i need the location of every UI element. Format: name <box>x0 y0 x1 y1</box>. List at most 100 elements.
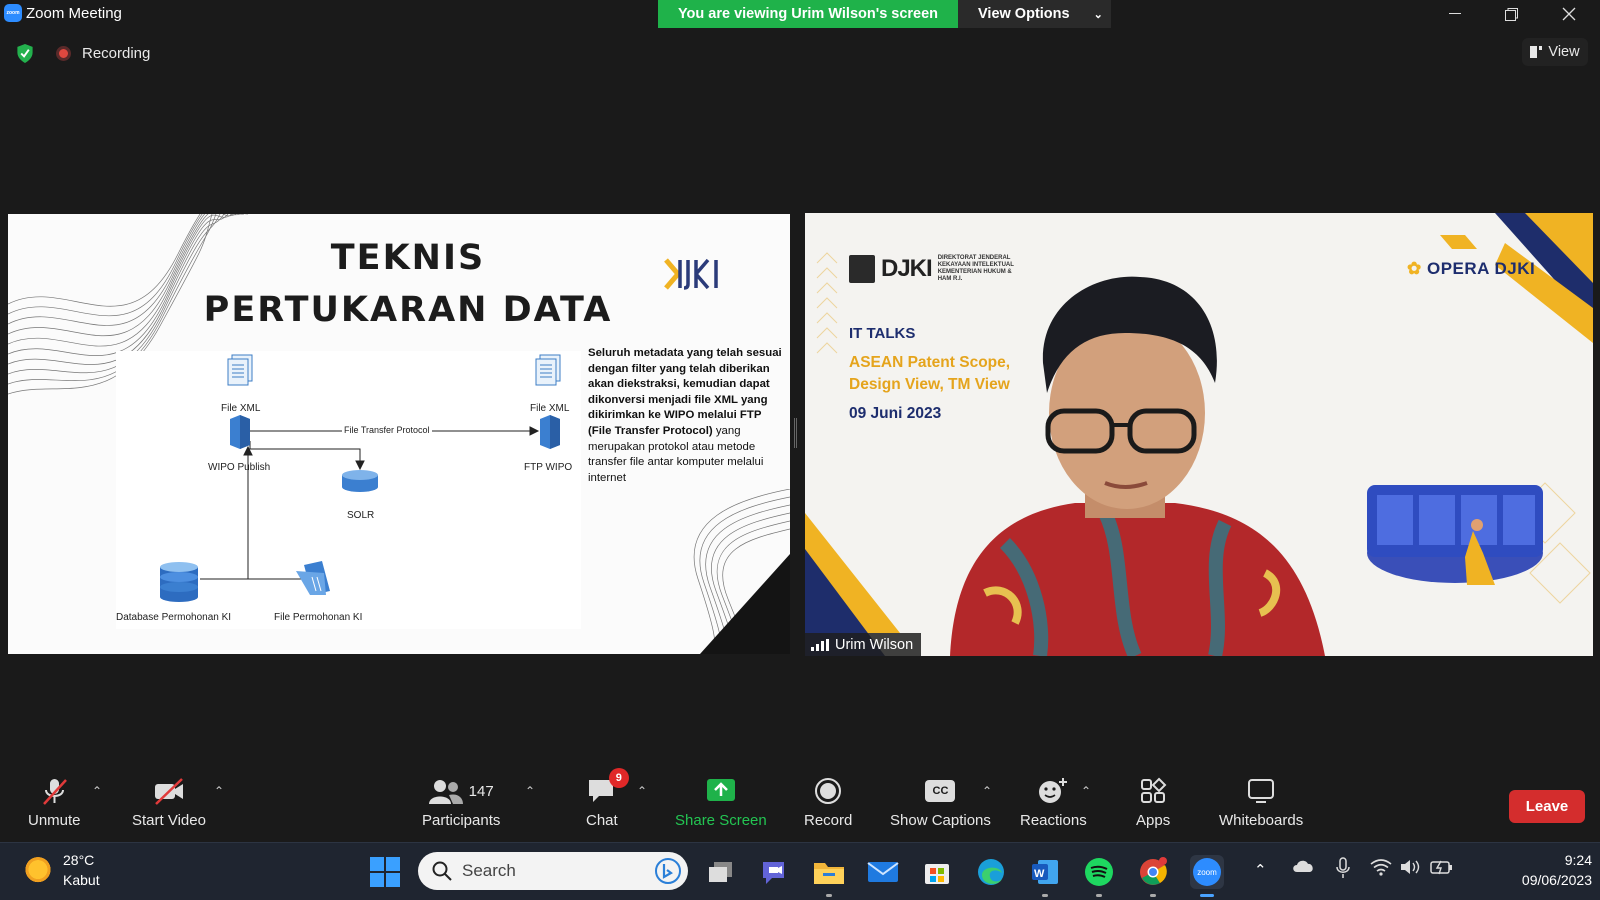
label-file-xml-right: File XML <box>530 403 569 414</box>
start-video-label: Start Video <box>132 812 206 829</box>
label-wipo-publish: WIPO Publish <box>208 462 270 473</box>
mail-icon[interactable] <box>866 855 900 889</box>
viewing-banner: You are viewing Urim Wilson's screen <box>658 0 958 28</box>
start-video-button[interactable]: Start Video <box>132 774 206 829</box>
chrome-icon[interactable] <box>1136 855 1170 889</box>
teams-chat-icon[interactable] <box>758 855 792 889</box>
label-file-permohonan: File Permohonan KI <box>274 612 362 623</box>
share-screen-label: Share Screen <box>675 812 767 829</box>
recording-icon <box>56 46 71 61</box>
participants-label: Participants <box>422 812 500 829</box>
task-view-icon[interactable] <box>704 855 738 889</box>
clock-date[interactable]: 09/06/2023 <box>1496 872 1592 888</box>
edge-browser-icon[interactable] <box>974 855 1008 889</box>
slide-description-bold: Seluruh metadata yang telah sesuai denga… <box>588 347 782 437</box>
event-date: 09 Juni 2023 <box>849 405 941 423</box>
windows-taskbar: 28°C Kabut Search W zoom ⌃ <box>0 842 1600 900</box>
video-options-caret-icon[interactable]: ⌃ <box>214 784 224 798</box>
battery-icon[interactable] <box>1430 858 1454 880</box>
djki-logo <box>664 256 724 292</box>
microphone-tray-icon[interactable] <box>1336 857 1350 883</box>
event-title: ASEAN Patent Scope, Design View, TM View <box>849 352 1049 396</box>
search-icon <box>432 861 452 881</box>
spotify-icon[interactable] <box>1082 855 1116 889</box>
file-explorer-icon[interactable] <box>812 855 846 889</box>
bing-icon[interactable] <box>654 857 682 885</box>
whiteboards-label: Whiteboards <box>1219 812 1303 829</box>
recording-label: Recording <box>82 45 150 62</box>
org-mark: DJKI <box>881 255 932 283</box>
show-hidden-icons-chevron-icon[interactable]: ⌃ <box>1254 861 1267 879</box>
view-options-button[interactable]: View Options ⌄ <box>958 0 1111 28</box>
participants-icon <box>429 778 463 804</box>
file-xml-icon-left <box>228 355 252 385</box>
view-button[interactable]: View <box>1522 38 1588 66</box>
database-permohonan-icon <box>160 562 198 602</box>
captions-options-caret-icon[interactable]: ⌃ <box>982 784 992 798</box>
show-captions-button[interactable]: CC Show Captions <box>890 774 991 829</box>
weather-temperature[interactable]: 28°C <box>63 852 94 868</box>
share-screen-icon <box>706 778 736 804</box>
zoom-taskbar-icon[interactable]: zoom <box>1190 855 1224 889</box>
chat-options-caret-icon[interactable]: ⌃ <box>637 784 647 798</box>
microsoft-store-icon[interactable] <box>920 855 954 889</box>
title-bar: zoom Zoom Meeting You are viewing Urim W… <box>0 0 1600 28</box>
participant-name: Urim Wilson <box>835 637 913 653</box>
restore-button[interactable] <box>1488 0 1534 28</box>
record-button[interactable]: Record <box>804 774 852 829</box>
reactions-options-caret-icon[interactable]: ⌃ <box>1081 784 1091 798</box>
unmute-button[interactable]: Unmute <box>28 774 81 829</box>
share-screen-button[interactable]: Share Screen <box>675 774 767 829</box>
chat-label: Chat <box>586 812 618 829</box>
shield-icon[interactable] <box>16 44 34 63</box>
garuda-emblem-icon <box>849 255 875 283</box>
clock-time[interactable]: 9:24 <box>1506 852 1592 868</box>
participants-button[interactable]: 147 Participants <box>422 774 500 829</box>
opera-brand-text: OPERA DJKI <box>1427 259 1535 278</box>
record-icon <box>814 777 842 805</box>
apps-icon <box>1139 777 1167 805</box>
participants-count: 147 <box>469 783 494 800</box>
decorative-corner <box>700 554 790 654</box>
weather-condition[interactable]: Kabut <box>63 872 100 888</box>
chat-button[interactable]: 9 Chat <box>586 774 618 829</box>
participants-options-caret-icon[interactable]: ⌃ <box>525 784 535 798</box>
microphone-muted-icon <box>39 776 69 806</box>
slide-title-line2: PERTUKARAN DATA <box>188 284 628 336</box>
weather-sun-icon[interactable] <box>24 857 52 885</box>
windows-start-icon[interactable] <box>370 857 400 887</box>
volume-icon[interactable] <box>1400 858 1422 880</box>
taskbar-search[interactable]: Search <box>418 852 688 890</box>
close-window-button[interactable] <box>1546 0 1592 28</box>
participant-name-tag: Urim Wilson <box>805 633 921 656</box>
panel-splitter-handle[interactable] <box>794 418 797 448</box>
audio-options-caret-icon[interactable]: ⌃ <box>92 784 102 798</box>
slide-title: TEKNIS PERTUKARAN DATA <box>188 232 628 336</box>
record-label: Record <box>804 812 852 829</box>
slide-title-line1: TEKNIS <box>188 232 628 284</box>
shared-screen-slide: TEKNIS PERTUKARAN DATA <box>8 214 790 654</box>
closed-captions-icon: CC <box>925 780 955 802</box>
word-icon[interactable]: W <box>1028 855 1062 889</box>
show-captions-label: Show Captions <box>890 812 991 829</box>
meeting-toolbar: Unmute ⌃ Start Video ⌃ 147 Participants … <box>0 770 1600 842</box>
svg-text:W: W <box>1034 868 1045 880</box>
wifi-icon[interactable] <box>1370 858 1392 880</box>
ftp-wipo-server-icon <box>540 415 560 449</box>
label-ftp-wipo: FTP WIPO <box>524 462 572 473</box>
participant-video: DJKI DIREKTORAT JENDERAL KEKAYAAN INTELE… <box>805 213 1593 656</box>
diagram-connectors <box>116 351 581 629</box>
video-camera-off-icon <box>152 776 186 806</box>
reactions-emoji-icon <box>1037 776 1069 806</box>
minimize-button[interactable] <box>1432 0 1478 28</box>
onedrive-cloud-icon[interactable] <box>1292 859 1314 877</box>
whiteboards-button[interactable]: Whiteboards <box>1219 774 1303 829</box>
leave-button[interactable]: Leave <box>1509 790 1585 823</box>
unmute-label: Unmute <box>28 812 81 829</box>
reactions-button[interactable]: Reactions <box>1020 774 1087 829</box>
apps-button[interactable]: Apps <box>1136 774 1170 829</box>
server-room-illustration <box>1367 485 1543 585</box>
label-ftp-arrow: File Transfer Protocol <box>342 425 432 435</box>
svg-text:zoom: zoom <box>1197 868 1217 877</box>
opera-logo-icon: ✿ <box>1407 259 1422 278</box>
